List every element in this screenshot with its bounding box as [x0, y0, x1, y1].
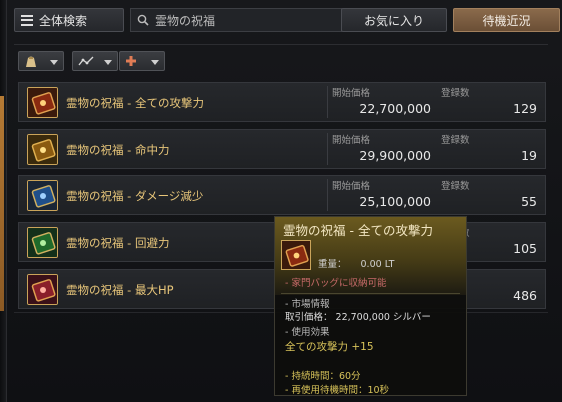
bag-icon — [26, 56, 36, 67]
favorites-button[interactable]: お気に入り — [341, 8, 447, 32]
tooltip-item-icon — [281, 240, 311, 270]
list-item[interactable]: 霊物の祝福 - ダメージ減少 開始価格 25,100,000 登録数 55 — [18, 175, 546, 215]
tooltip-market-header: - 市場情報 — [285, 299, 330, 310]
search-input[interactable]: 霊物の祝福 — [130, 8, 342, 32]
weight-label: 重量： — [318, 259, 347, 270]
waiting-status-button[interactable]: 待機近況 — [453, 8, 560, 32]
registered-count-value: 129 — [513, 101, 537, 116]
item-name: 霊物の祝福 - 命中力 — [66, 143, 170, 157]
item-icon — [27, 180, 58, 211]
registered-count-label: 登録数 — [441, 135, 470, 146]
plus-icon — [126, 56, 136, 66]
item-tooltip: 霊物の祝福 - 全ての攻撃力 重量： 0.00 LT - 家門バッグに収納可能 -… — [274, 216, 467, 396]
filter-plus-dropdown[interactable] — [119, 51, 165, 71]
list-item[interactable]: 霊物の祝福 - 全ての攻撃力 開始価格 22,700,000 登録数 129 — [18, 82, 546, 122]
search-icon — [137, 14, 149, 26]
registered-count-value: 55 — [521, 194, 537, 209]
registered-count-value: 19 — [521, 148, 537, 163]
item-icon — [27, 134, 58, 165]
chevron-down-icon — [151, 60, 159, 65]
list-item[interactable]: 霊物の祝福 - 命中力 開始価格 29,900,000 登録数 19 — [18, 129, 546, 169]
column-divider — [327, 179, 328, 211]
start-price-label: 開始価格 — [332, 88, 371, 99]
item-name: 霊物の祝福 - 全ての攻撃力 — [66, 96, 204, 110]
filter-trend-dropdown[interactable] — [72, 51, 118, 71]
all-search-button[interactable]: 全体検索 — [14, 8, 124, 32]
start-price-value: 29,900,000 — [359, 148, 431, 163]
tooltip-use-effect-header: - 使用効果 — [285, 327, 330, 338]
registered-count-value: 105 — [513, 241, 537, 256]
column-divider — [327, 133, 328, 165]
registered-count-value: 486 — [513, 288, 537, 303]
weight-value: 0.00 LT — [360, 259, 395, 270]
scroll-accent — [0, 96, 4, 311]
registered-count-label: 登録数 — [441, 88, 470, 99]
registered-count-label: 登録数 — [441, 181, 470, 192]
start-price-value: 25,100,000 — [359, 194, 431, 209]
chevron-down-icon — [50, 60, 58, 65]
item-icon — [27, 87, 58, 118]
divider — [14, 44, 548, 45]
item-name: 霊物の祝福 - ダメージ減少 — [66, 189, 204, 203]
tooltip-storage-note: - 家門バッグに収納可能 — [285, 278, 387, 289]
top-bar: 全体検索 霊物の祝福 お気に入り 待機近況 — [14, 8, 560, 34]
start-price-value: 22,700,000 — [359, 101, 431, 116]
start-price-label: 開始価格 — [332, 135, 371, 146]
list-icon — [21, 14, 33, 26]
tooltip-duration: - 持続時間：60分 — [285, 371, 361, 382]
tooltip-title: 霊物の祝福 - 全ての攻撃力 — [283, 223, 433, 238]
tooltip-effect: 全ての攻撃力 +15 — [285, 341, 374, 353]
waiting-status-label: 待機近況 — [482, 13, 531, 28]
tooltip-weight: 重量： 0.00 LT — [318, 256, 394, 270]
item-name: 霊物の祝福 - 回避力 — [66, 236, 170, 250]
filter-bag-dropdown[interactable] — [18, 51, 64, 71]
market-window: 全体検索 霊物の祝福 お気に入り 待機近況 霊物の祝福 - 全ての攻撃力 開始価… — [0, 0, 562, 402]
chevron-down-icon — [104, 60, 112, 65]
item-name: 霊物の祝福 - 最大HP — [66, 283, 174, 297]
left-edge-panel — [0, 0, 7, 402]
item-icon — [27, 274, 58, 305]
item-icon — [27, 227, 58, 258]
tooltip-cooldown: - 再使用待機時間：10秒 — [285, 385, 390, 396]
trend-icon — [78, 56, 94, 66]
tooltip-trade-price: 取引価格： 22,700,000 シルバー — [285, 312, 431, 323]
search-value: 霊物の祝福 — [155, 13, 216, 28]
favorites-label: お気に入り — [363, 13, 424, 28]
column-divider — [327, 86, 328, 118]
tooltip-divider — [281, 293, 460, 294]
all-search-label: 全体検索 — [39, 13, 88, 28]
start-price-label: 開始価格 — [332, 181, 371, 192]
